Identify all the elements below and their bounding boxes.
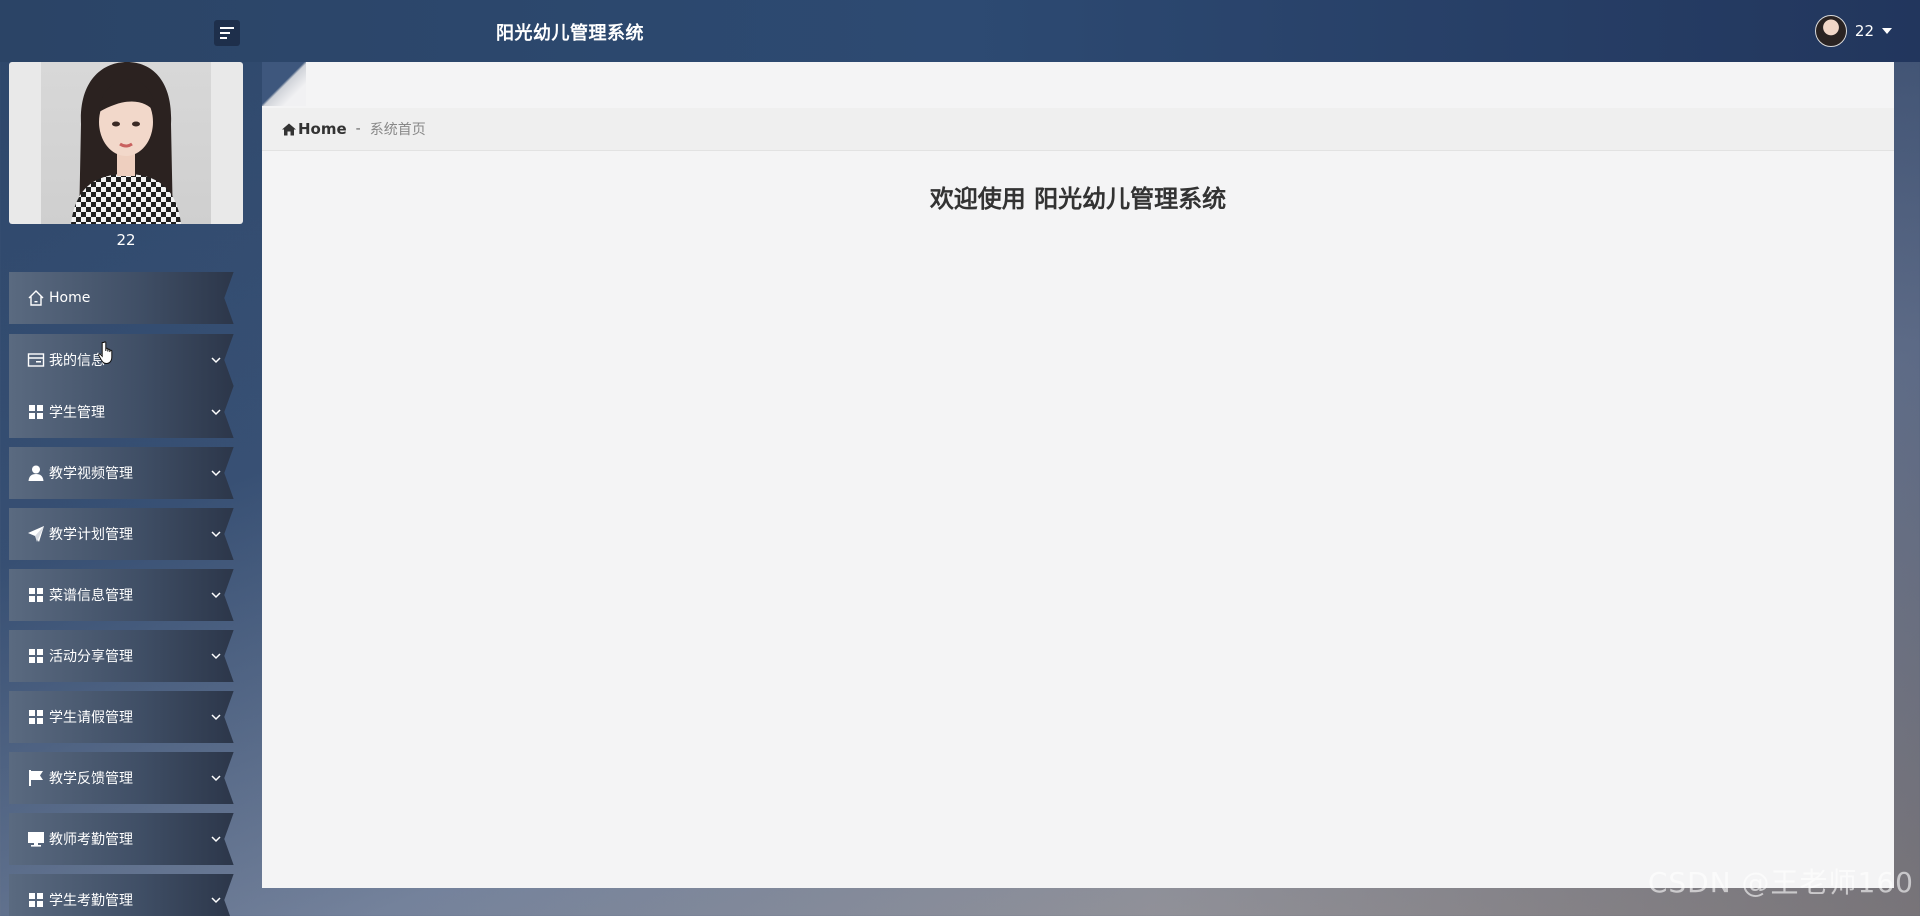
sidebar-item-my-info[interactable]: 我的信息	[9, 334, 234, 386]
paper-plane-icon	[27, 525, 45, 543]
breadcrumb-home-label[interactable]: Home	[298, 120, 347, 138]
sidebar-item-label: 学生管理	[49, 405, 105, 421]
chevron-down-icon	[211, 470, 221, 477]
chevron-down-icon	[211, 653, 221, 660]
profile-photo-art	[71, 62, 181, 224]
welcome-heading: 欢迎使用 阳光幼儿管理系统	[929, 185, 1227, 213]
chevron-down-icon	[211, 531, 221, 538]
chevron-down-icon	[211, 592, 221, 599]
breadcrumb-current: 系统首页	[369, 122, 426, 138]
chevron-down-icon	[211, 897, 221, 904]
breadcrumb-home-link[interactable]: Home	[282, 120, 347, 138]
sidebar-item-recipes[interactable]: 菜谱信息管理	[9, 569, 234, 621]
sidebar-item-label: 教学计划管理	[49, 527, 133, 543]
chevron-down-icon	[211, 409, 221, 416]
breadcrumb: Home - 系统首页	[262, 108, 1894, 151]
grid-icon	[27, 647, 45, 665]
home-icon	[27, 289, 45, 307]
user-icon	[27, 464, 45, 482]
sidebar-item-student-leave[interactable]: 学生请假管理	[9, 691, 234, 743]
sidebar-item-student-attendance[interactable]: 学生考勤管理	[9, 874, 234, 916]
profile-card	[9, 62, 243, 224]
app-title: 阳光幼儿管理系统	[496, 23, 644, 44]
sidebar-item-label: 活动分享管理	[49, 649, 133, 665]
sidebar-item-students[interactable]: 学生管理	[9, 386, 234, 438]
sidebar-item-label: 教学反馈管理	[49, 771, 133, 787]
sidebar-item-teacher-attendance[interactable]: 教师考勤管理	[9, 813, 234, 865]
profile-username: 22	[116, 231, 136, 249]
monitor-icon	[27, 830, 45, 848]
menu-lines-icon	[220, 27, 234, 39]
grid-icon	[27, 403, 45, 421]
breadcrumb-separator: -	[355, 121, 361, 137]
sidebar-item-label: Home	[49, 290, 91, 306]
chevron-down-icon	[211, 836, 221, 843]
sidebar-item-label: 学生请假管理	[49, 710, 133, 726]
hand-cursor-icon	[98, 341, 113, 365]
grid-icon	[27, 891, 45, 909]
id-card-icon	[27, 351, 45, 369]
sidebar-item-label: 教师考勤管理	[49, 832, 133, 848]
chevron-down-icon	[211, 357, 221, 364]
sidebar-item-label: 我的信息	[49, 353, 105, 369]
sidebar-item-teaching-plans[interactable]: 教学计划管理	[9, 508, 234, 560]
sidebar-item-label: 学生考勤管理	[49, 893, 133, 909]
home-icon	[282, 123, 296, 135]
avatar[interactable]	[1814, 15, 1847, 47]
grid-icon	[27, 586, 45, 604]
chevron-down-icon	[211, 775, 221, 782]
sidebar-item-label: 菜谱信息管理	[49, 588, 133, 604]
user-menu[interactable]: 22	[1814, 15, 1892, 47]
caret-down-icon[interactable]	[1882, 27, 1892, 35]
chevron-down-icon	[211, 714, 221, 721]
watermark: CSDN @王老师160	[1647, 866, 1914, 899]
grid-icon	[27, 708, 45, 726]
sidebar-item-home[interactable]: Home	[9, 272, 234, 324]
menu-toggle-button[interactable]	[214, 20, 240, 46]
sidebar-item-teaching-videos[interactable]: 教学视频管理	[9, 447, 234, 499]
sidebar-item-label: 教学视频管理	[49, 466, 133, 482]
flag-icon	[27, 769, 45, 787]
sidebar-item-teaching-feedback[interactable]: 教学反馈管理	[9, 752, 234, 804]
top-bar: 阳光幼儿管理系统 22	[0, 0, 1920, 62]
sidebar-item-activity-sharing[interactable]: 活动分享管理	[9, 630, 234, 682]
sidebar-nav: Home 我的信息 学生管理 教学视频管理 教学计划管理 菜谱信息管理 活动分享…	[9, 272, 243, 916]
main-panel: Home - 系统首页 欢迎使用 阳光幼儿管理系统	[262, 62, 1894, 888]
profile-photo	[41, 62, 211, 224]
user-name[interactable]: 22	[1855, 22, 1874, 40]
